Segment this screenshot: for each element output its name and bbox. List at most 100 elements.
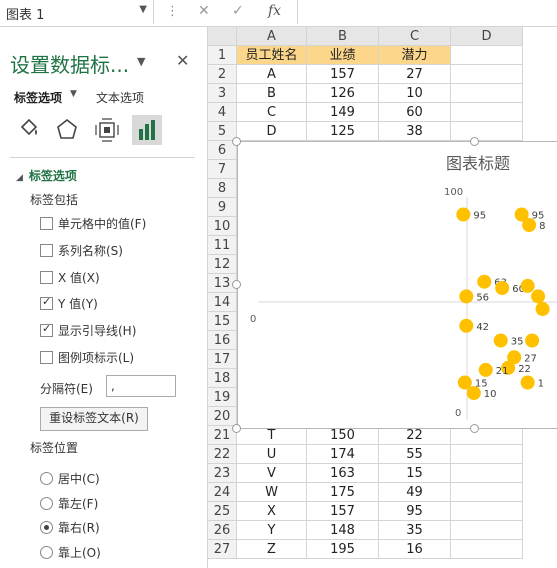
tab-label-options[interactable]: 标签选项 — [14, 89, 62, 106]
row-header[interactable]: 11 — [208, 236, 237, 255]
table-cell[interactable]: U — [237, 445, 307, 464]
scatter-point[interactable] — [520, 375, 535, 390]
table-cell[interactable]: V — [237, 464, 307, 483]
column-header[interactable]: A — [237, 27, 307, 46]
tab-label-options-chevron-icon[interactable]: ▼ — [70, 89, 77, 99]
table-cell[interactable]: D — [237, 122, 307, 141]
row-header[interactable]: 10 — [208, 217, 237, 236]
scatter-point[interactable] — [456, 207, 471, 222]
checkbox-leader-lines[interactable] — [40, 322, 53, 337]
row-header[interactable]: 12 — [208, 255, 237, 274]
radio-right[interactable] — [40, 521, 53, 534]
row-header[interactable]: 22 — [208, 445, 237, 464]
chart-resize-handle-top[interactable] — [470, 137, 479, 146]
scatter-point[interactable] — [522, 218, 537, 232]
scatter-point[interactable] — [478, 362, 493, 377]
row-header[interactable]: 20 — [208, 407, 237, 426]
checkbox-legend-key[interactable] — [40, 351, 53, 364]
table-cell[interactable]: 125 — [307, 122, 379, 141]
scatter-point[interactable] — [466, 386, 481, 400]
scatter-point[interactable] — [531, 289, 546, 304]
table-cell[interactable]: Y — [237, 521, 307, 540]
cancel-icon[interactable]: ✕ — [198, 3, 210, 19]
row-header[interactable]: 9 — [208, 198, 237, 217]
radio-above[interactable] — [40, 546, 53, 559]
data-label[interactable]: 22 — [518, 364, 531, 375]
table-cell[interactable]: 60 — [379, 103, 451, 122]
scatter-point[interactable] — [525, 333, 540, 348]
radio-center[interactable] — [40, 472, 53, 485]
scatter-point[interactable] — [459, 318, 474, 333]
table-cell[interactable]: A — [237, 65, 307, 84]
table-cell[interactable] — [451, 464, 523, 483]
collapse-triangle-icon[interactable]: ◢ — [16, 173, 23, 183]
label-options-bar-chart-icon[interactable] — [132, 115, 162, 145]
table-cell[interactable] — [451, 521, 523, 540]
reset-label-text-button[interactable]: 重设标签文本(R) — [40, 407, 148, 431]
checkbox-x-value[interactable] — [40, 271, 53, 284]
row-header[interactable]: 27 — [208, 540, 237, 559]
checkbox-series-name[interactable] — [40, 244, 53, 257]
table-cell[interactable]: 163 — [307, 464, 379, 483]
table-cell[interactable]: Z — [237, 540, 307, 559]
data-label[interactable]: 42 — [476, 322, 489, 333]
table-cell[interactable] — [451, 84, 523, 103]
chart-resize-handle-tl[interactable] — [232, 137, 241, 146]
row-header[interactable]: 7 — [208, 160, 237, 179]
chevron-down-icon[interactable]: ▼ — [139, 4, 147, 15]
close-icon[interactable]: ✕ — [176, 51, 189, 70]
row-header[interactable]: 4 — [208, 103, 237, 122]
table-cell[interactable]: 175 — [307, 483, 379, 502]
column-header[interactable]: B — [307, 27, 379, 46]
table-cell[interactable] — [451, 122, 523, 141]
table-cell[interactable]: C — [237, 103, 307, 122]
tab-text-options[interactable]: 文本选项 — [96, 89, 144, 106]
table-cell[interactable]: 10 — [379, 84, 451, 103]
name-box[interactable]: 图表 1 ▼ — [0, 0, 154, 24]
pane-options-chevron-icon[interactable]: ▼ — [137, 55, 145, 68]
table-cell[interactable]: 157 — [307, 502, 379, 521]
formula-input[interactable] — [297, 0, 557, 24]
header-cell[interactable]: 潜力 — [379, 46, 451, 65]
size-properties-icon[interactable] — [92, 115, 122, 145]
table-cell[interactable] — [451, 445, 523, 464]
table-cell[interactable]: 55 — [379, 445, 451, 464]
row-header[interactable]: 3 — [208, 84, 237, 103]
table-cell[interactable]: 15 — [379, 464, 451, 483]
table-cell[interactable] — [451, 103, 523, 122]
checkbox-y-value[interactable] — [40, 295, 53, 310]
row-header[interactable]: 19 — [208, 388, 237, 407]
row-header[interactable]: 25 — [208, 502, 237, 521]
table-cell[interactable] — [451, 65, 523, 84]
row-header[interactable]: 1 — [208, 46, 237, 65]
data-label[interactable]: 8 — [539, 221, 545, 232]
scatter-point[interactable] — [535, 302, 550, 316]
enter-check-icon[interactable]: ✓ — [232, 3, 244, 19]
section-label-options[interactable]: ◢ 标签选项 — [16, 167, 77, 184]
scatter-point[interactable] — [459, 289, 474, 304]
chart-resize-handle-bottom[interactable] — [470, 424, 479, 433]
scatter-point[interactable] — [520, 278, 535, 293]
table-cell[interactable]: W — [237, 483, 307, 502]
chart-resize-handle-left[interactable] — [232, 280, 241, 289]
separator-dropdown[interactable]: , — [106, 375, 176, 397]
table-cell[interactable]: 27 — [379, 65, 451, 84]
table-cell[interactable]: 38 — [379, 122, 451, 141]
row-header[interactable]: 26 — [208, 521, 237, 540]
table-cell[interactable] — [451, 540, 523, 559]
radio-left[interactable] — [40, 497, 53, 510]
fill-line-icon[interactable] — [14, 115, 44, 145]
row-header[interactable]: 23 — [208, 464, 237, 483]
table-cell[interactable]: 157 — [307, 65, 379, 84]
table-cell[interactable]: 16 — [379, 540, 451, 559]
data-label[interactable]: 10 — [484, 389, 497, 400]
row-header[interactable]: 16 — [208, 331, 237, 350]
effects-pentagon-icon[interactable] — [52, 115, 82, 145]
row-header[interactable]: 18 — [208, 369, 237, 388]
row-header[interactable]: 17 — [208, 350, 237, 369]
table-cell[interactable] — [451, 502, 523, 521]
data-label[interactable]: 1 — [538, 379, 544, 390]
table-cell[interactable]: 95 — [379, 502, 451, 521]
table-cell[interactable]: 148 — [307, 521, 379, 540]
row-header[interactable]: 8 — [208, 179, 237, 198]
